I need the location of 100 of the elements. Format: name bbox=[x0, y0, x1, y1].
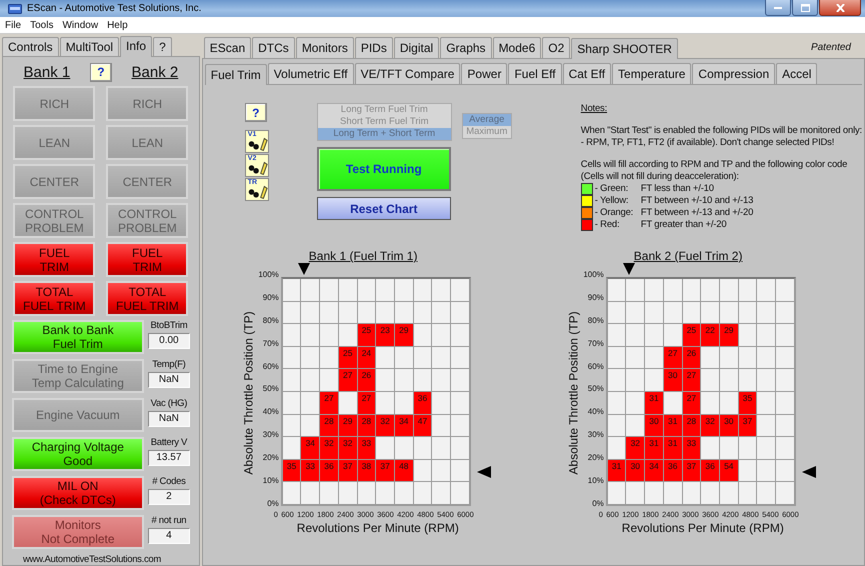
trim-cell: 31 bbox=[645, 437, 663, 459]
tab[interactable]: Fuel Trim bbox=[204, 64, 267, 85]
tab[interactable]: Monitors bbox=[296, 37, 354, 58]
trim-cell: 32 bbox=[320, 437, 338, 459]
trim-cell: 30 bbox=[626, 460, 644, 482]
tab[interactable]: Graphs bbox=[440, 37, 492, 58]
menu-item[interactable]: Tools bbox=[30, 20, 54, 31]
trim-cell: 36 bbox=[664, 460, 682, 482]
tick-label: 90% bbox=[262, 294, 279, 302]
tick-label: 20% bbox=[588, 454, 604, 462]
trim-cell: 27 bbox=[338, 369, 357, 391]
note-text: When "Start Test" is enabled the following PIDs will be monitored only: bbox=[580, 125, 862, 137]
notes-heading: Notes: bbox=[580, 103, 608, 115]
trim-cell: 33 bbox=[358, 437, 376, 459]
trim-cell: 37 bbox=[376, 460, 394, 482]
help-button[interactable]: ? bbox=[90, 62, 112, 82]
indicator-lamp: LEAN bbox=[106, 125, 188, 160]
trim-cell: 24 bbox=[358, 346, 376, 368]
tab[interactable]: Temperature bbox=[612, 63, 692, 84]
maximize-button[interactable] bbox=[792, 0, 818, 16]
tab[interactable]: Controls bbox=[2, 37, 59, 56]
minimize-button[interactable] bbox=[765, 0, 791, 16]
app-icon bbox=[8, 4, 22, 14]
trim-cell: 35 bbox=[282, 460, 300, 482]
tick-label: 100% bbox=[258, 271, 279, 279]
legend-text: FT between +/-13 and +/-20 bbox=[640, 207, 754, 219]
indicator-lamp: FUEL TRIM bbox=[13, 242, 96, 277]
legend-label: - Yellow: bbox=[594, 195, 630, 207]
trim-cell: 37 bbox=[682, 460, 700, 482]
indicator-lamp: FUEL TRIM bbox=[106, 242, 188, 277]
tick-label: 80% bbox=[588, 316, 604, 325]
tab[interactable]: O2 bbox=[542, 37, 570, 58]
trim-cell: 30 bbox=[720, 414, 738, 436]
help-button[interactable]: ? bbox=[244, 103, 267, 122]
tab[interactable]: ? bbox=[153, 37, 172, 56]
tab[interactable]: Compression bbox=[692, 63, 776, 84]
tick-label: 60% bbox=[588, 362, 604, 371]
note-text: Cells will fill according to RPM and TP and the following color code bbox=[580, 159, 848, 171]
tick-label: 90% bbox=[588, 294, 604, 302]
trim-cell: 54 bbox=[720, 460, 738, 482]
reading-value: 4 bbox=[148, 528, 190, 544]
reading-value: 13.57 bbox=[148, 450, 190, 466]
legend-text: FT less than +/-10 bbox=[640, 183, 714, 195]
tab[interactable]: Accel bbox=[776, 63, 818, 84]
tick-label: 50% bbox=[588, 385, 604, 394]
trim-cell: 33 bbox=[682, 437, 700, 459]
indicator-lamp: CONTROL PROBLEM bbox=[13, 203, 96, 238]
trim-cell: 25 bbox=[358, 324, 376, 346]
tab[interactable]: Mode6 bbox=[492, 37, 542, 58]
tab[interactable]: Volumetric Eff bbox=[268, 63, 354, 84]
trim-cell: 28 bbox=[358, 414, 376, 436]
tab[interactable]: EScan bbox=[204, 37, 252, 58]
tick-label: 10% bbox=[588, 477, 604, 486]
indicator-lamp: CONTROL PROBLEM bbox=[106, 203, 188, 238]
trim-cell: 31 bbox=[664, 414, 682, 436]
trim-cell: 25 bbox=[338, 346, 357, 368]
indicator-lamp: RICH bbox=[13, 86, 96, 121]
reading-label: Battery V bbox=[150, 437, 188, 448]
menu-item[interactable]: Help bbox=[107, 20, 128, 31]
tab[interactable]: MultiTool bbox=[60, 37, 120, 56]
tick-label: 40% bbox=[588, 408, 604, 416]
tab[interactable]: Digital bbox=[394, 37, 440, 58]
minimize-icon bbox=[774, 6, 782, 9]
close-button[interactable] bbox=[819, 0, 861, 16]
tab[interactable]: VE/TFT Compare bbox=[354, 63, 460, 84]
tab[interactable]: PIDs bbox=[354, 37, 393, 58]
bank-heading: Bank 1 bbox=[22, 64, 72, 80]
tick-label: 10% bbox=[262, 477, 279, 486]
indicator-lamp: CENTER bbox=[13, 164, 96, 199]
axis-label: Revolutions Per Minute (RPM) bbox=[296, 521, 459, 535]
legend-text: FT greater than +/-20 bbox=[640, 219, 726, 231]
status-lamp: Time to Engine Temp Calculating bbox=[12, 359, 144, 393]
trim-cell: 32 bbox=[338, 437, 357, 459]
trim-cell: 37 bbox=[738, 414, 756, 436]
legend-label: - Red: bbox=[594, 219, 620, 231]
reading-value: NaN bbox=[148, 372, 190, 388]
trim-cell: 38 bbox=[358, 460, 376, 482]
tab[interactable]: Info bbox=[120, 36, 152, 57]
tab[interactable]: Sharp SHOOTER bbox=[571, 38, 678, 59]
tab[interactable]: Power bbox=[461, 63, 508, 84]
test-running-button[interactable]: Test Running bbox=[316, 147, 451, 191]
trim-cell: 31 bbox=[608, 460, 626, 482]
menu-item[interactable]: Window bbox=[62, 20, 98, 31]
tab[interactable]: Cat Eff bbox=[562, 63, 612, 84]
trim-cell: 34 bbox=[394, 414, 413, 436]
status-lamp: Charging Voltage Good bbox=[12, 437, 144, 471]
tick-label: 70% bbox=[262, 340, 279, 348]
reading-label: Temp(F) bbox=[152, 359, 186, 370]
bank-heading: Bank 2 bbox=[130, 64, 180, 80]
trim-cell: 31 bbox=[664, 437, 682, 459]
trim-cell: 32 bbox=[626, 437, 644, 459]
trim-cell: 35 bbox=[738, 392, 756, 414]
tp-marker-icon bbox=[802, 466, 816, 478]
indicator-lamp: TOTAL FUEL TRIM bbox=[106, 281, 188, 316]
reset-chart-button[interactable]: Reset Chart bbox=[316, 197, 451, 220]
trim-cell: 47 bbox=[414, 414, 432, 436]
menu-item[interactable]: File bbox=[5, 20, 22, 31]
tab[interactable]: DTCs bbox=[252, 37, 295, 58]
trim-cell: 34 bbox=[645, 460, 663, 482]
tab[interactable]: Fuel Eff bbox=[508, 63, 562, 84]
